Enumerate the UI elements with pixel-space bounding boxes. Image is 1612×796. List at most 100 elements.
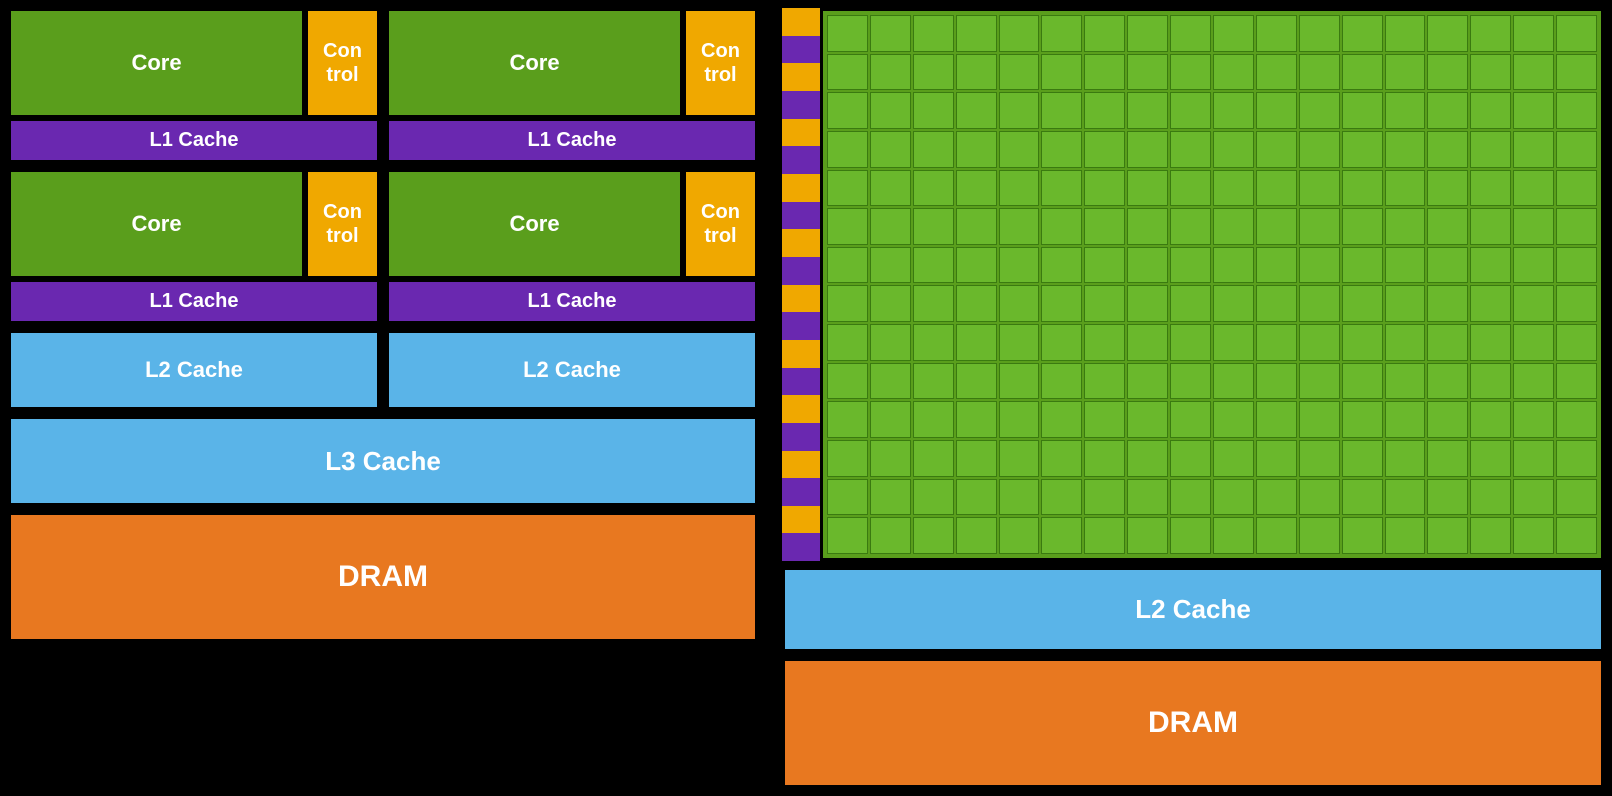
gpu-core-cell [1213, 54, 1254, 91]
gpu-core-cell [1170, 15, 1211, 52]
cpu-l1-cache-2: L1 Cache [386, 118, 758, 163]
gpu-core-cell [870, 54, 911, 91]
gpu-core-cell [870, 440, 911, 477]
cpu-bottom-cores-row: Core Control L1 Cache Core Control L1 Ca… [8, 169, 758, 324]
gpu-core-cell [870, 285, 911, 322]
gpu-core-cell [870, 247, 911, 284]
gpu-core-cell [1385, 131, 1426, 168]
gpu-core-cell [1513, 131, 1554, 168]
gpu-core-cell [956, 324, 997, 361]
gpu-core-cell [1556, 208, 1597, 245]
gpu-core-cell [1213, 15, 1254, 52]
gpu-core-cell [1170, 208, 1211, 245]
gpu-core-cell [1299, 363, 1340, 400]
gpu-core-cell [1427, 15, 1468, 52]
gpu-core-cell [1256, 92, 1297, 129]
gpu-core-cell [999, 363, 1040, 400]
gpu-core-cell [870, 208, 911, 245]
gpu-core-cell [1556, 285, 1597, 322]
cpu-control-3: Control [305, 169, 380, 279]
gpu-core-cell [1470, 363, 1511, 400]
gpu-core-cell [1556, 479, 1597, 516]
gpu-stripe-17 [782, 478, 820, 506]
gpu-core-cell [1427, 440, 1468, 477]
gpu-core-cell [1470, 54, 1511, 91]
gpu-stripe-2 [782, 63, 820, 91]
gpu-core-cell [1084, 324, 1125, 361]
gpu-core-cell [1427, 401, 1468, 438]
gpu-core-cell [1342, 363, 1383, 400]
gpu-core-cell [999, 92, 1040, 129]
gpu-core-cell [1556, 517, 1597, 554]
gpu-core-cell [999, 401, 1040, 438]
gpu-core-cell [1127, 285, 1168, 322]
gpu-core-cell [1513, 363, 1554, 400]
gpu-core-cell [1299, 247, 1340, 284]
gpu-stripe-13 [782, 368, 820, 396]
gpu-core-cell [1342, 479, 1383, 516]
gpu-core-cell [1342, 92, 1383, 129]
gpu-core-cell [1127, 92, 1168, 129]
gpu-core-cell [1342, 54, 1383, 91]
gpu-core-cell [1256, 247, 1297, 284]
gpu-core-cell [827, 517, 868, 554]
gpu-core-cell [1342, 247, 1383, 284]
diagram-separator [766, 8, 774, 788]
gpu-core-cell [1041, 15, 1082, 52]
gpu-core-cell [999, 479, 1040, 516]
gpu-core-cell [913, 170, 954, 207]
cpu-control-4: Control [683, 169, 758, 279]
gpu-core-cell [1342, 517, 1383, 554]
gpu-dram: DRAM [782, 658, 1604, 788]
gpu-core-cell [870, 517, 911, 554]
gpu-core-cell [1513, 479, 1554, 516]
gpu-core-cell [1556, 15, 1597, 52]
gpu-core-cell [956, 517, 997, 554]
gpu-core-cell [1470, 247, 1511, 284]
gpu-core-cell [1213, 363, 1254, 400]
gpu-core-cell [1299, 208, 1340, 245]
gpu-stripe-14 [782, 395, 820, 423]
gpu-core-cell [956, 440, 997, 477]
gpu-core-cell [1513, 440, 1554, 477]
gpu-core-cell [999, 208, 1040, 245]
gpu-core-cell [1041, 208, 1082, 245]
gpu-core-cell [1084, 363, 1125, 400]
gpu-core-cell [1470, 324, 1511, 361]
gpu-core-cell [1213, 285, 1254, 322]
gpu-core-cell [1041, 131, 1082, 168]
gpu-stripe-0 [782, 8, 820, 36]
gpu-core-cell [956, 92, 997, 129]
gpu-core-cell [1170, 517, 1211, 554]
gpu-core-cell [1084, 479, 1125, 516]
gpu-core-cell [1256, 54, 1297, 91]
gpu-core-cell [1385, 401, 1426, 438]
gpu-core-cell [1513, 517, 1554, 554]
gpu-core-cell [999, 517, 1040, 554]
gpu-stripe-12 [782, 340, 820, 368]
gpu-core-cell [1385, 324, 1426, 361]
gpu-core-cell [1556, 247, 1597, 284]
cpu-core-group-3: Core Control L1 Cache [8, 169, 380, 324]
gpu-core-cell [1170, 285, 1211, 322]
gpu-core-cell [1127, 170, 1168, 207]
gpu-core-cell [1470, 170, 1511, 207]
gpu-core-cell [1213, 170, 1254, 207]
cpu-control-2: Control [683, 8, 758, 118]
gpu-core-cell [1256, 208, 1297, 245]
gpu-stripe-6 [782, 174, 820, 202]
gpu-core-cell [1170, 54, 1211, 91]
gpu-core-cell [956, 170, 997, 207]
gpu-core-cell [1127, 401, 1168, 438]
gpu-core-cell [956, 208, 997, 245]
gpu-core-cell [1041, 54, 1082, 91]
gpu-core-cell [1470, 285, 1511, 322]
gpu-core-cell [913, 285, 954, 322]
gpu-core-cell [1299, 131, 1340, 168]
gpu-core-cell [913, 324, 954, 361]
gpu-core-cell [1041, 247, 1082, 284]
gpu-core-cell [1084, 517, 1125, 554]
gpu-core-cell [1427, 324, 1468, 361]
gpu-core-cell [1385, 170, 1426, 207]
gpu-core-cell [1556, 131, 1597, 168]
